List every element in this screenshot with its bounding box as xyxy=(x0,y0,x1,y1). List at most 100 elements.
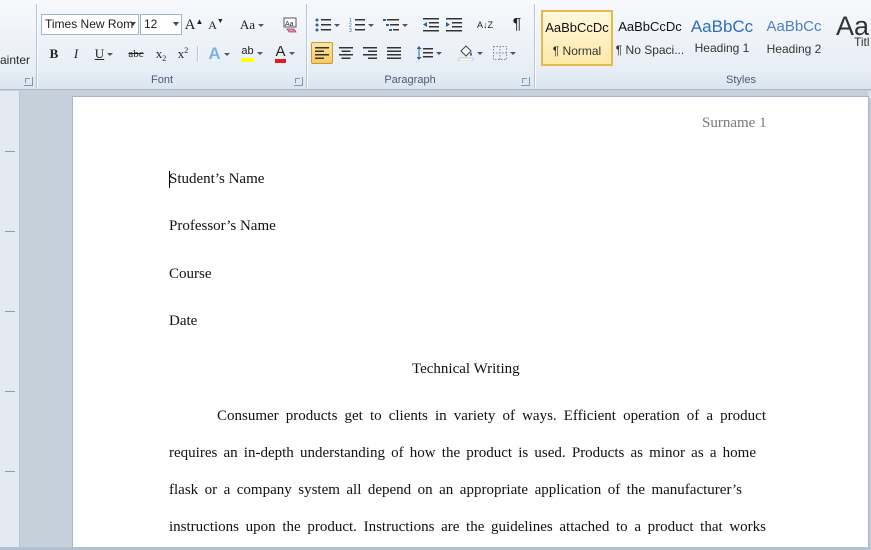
justify-button[interactable] xyxy=(383,42,405,64)
chevron-down-icon xyxy=(258,23,265,27)
align-right-button[interactable] xyxy=(359,42,381,64)
multilevel-list-icon xyxy=(382,19,399,31)
shrink-font-button[interactable]: A ▼ xyxy=(207,14,225,36)
page-header[interactable]: Surname 1 xyxy=(702,115,767,132)
ribbon: ainter Times New Rom 12 A ▲ A ▼ Aa Aa B I … xyxy=(0,0,871,90)
styles-group-label: Styles xyxy=(726,74,756,86)
line-spacing-button[interactable] xyxy=(414,42,444,64)
chevron-down-icon xyxy=(367,23,374,27)
svg-text:3: 3 xyxy=(349,28,352,32)
chevron-down-icon[interactable] xyxy=(130,22,136,26)
subscript-button[interactable]: x2 xyxy=(151,43,171,65)
arrow-down-icon: ▼ xyxy=(216,17,224,25)
style-preview: AaBbCcDc xyxy=(545,20,609,35)
superscript-button[interactable]: x2 xyxy=(173,43,193,65)
ruler-tick xyxy=(5,231,15,232)
date-line[interactable]: Date xyxy=(169,313,197,330)
paragraph-dialog-launcher[interactable] xyxy=(521,77,530,86)
document-title[interactable]: Technical Writing xyxy=(412,361,520,378)
highlight-button[interactable]: ab xyxy=(236,42,268,64)
style-preview: AaBbCcDc xyxy=(618,19,682,34)
decrease-indent-button[interactable] xyxy=(420,14,442,36)
align-center-icon xyxy=(339,47,353,59)
sort-icon: A↓Z xyxy=(476,19,493,30)
borders-button[interactable] xyxy=(489,42,519,64)
align-left-button[interactable] xyxy=(311,42,333,64)
chevron-down-icon xyxy=(476,51,483,55)
increase-indent-icon xyxy=(446,18,462,32)
style-name: Heading 1 xyxy=(694,41,750,55)
increase-indent-button[interactable] xyxy=(443,14,465,36)
align-center-button[interactable] xyxy=(335,42,357,64)
style-normal[interactable]: AaBbCcDc ¶ Normal xyxy=(541,10,613,66)
style-no-spacing[interactable]: AaBbCcDc ¶ No Spaci... xyxy=(614,10,686,66)
body-line[interactable]: flask or a company system all depend on … xyxy=(169,482,742,499)
text-cursor xyxy=(169,171,170,188)
body-line[interactable]: requires an in-depth understanding of ho… xyxy=(169,445,756,462)
chevron-down-icon xyxy=(223,52,230,56)
chevron-down-icon xyxy=(256,51,263,55)
line-spacing-icon xyxy=(416,46,433,60)
style-name: ¶ Normal xyxy=(552,44,602,58)
paint-bucket-icon xyxy=(458,45,473,61)
chevron-down-icon[interactable] xyxy=(173,22,179,26)
font-size-value: 12 xyxy=(144,17,158,31)
decrease-indent-icon xyxy=(423,18,439,32)
numbering-button[interactable]: 1 2 3 xyxy=(346,14,376,36)
font-name-combobox[interactable]: Times New Rom xyxy=(41,14,139,35)
underline-button[interactable]: U xyxy=(89,43,119,65)
clear-formatting-button[interactable]: Aa xyxy=(279,14,301,36)
font-dialog-launcher[interactable] xyxy=(294,77,303,86)
multilevel-list-button[interactable] xyxy=(380,14,410,36)
bold-button[interactable]: B xyxy=(44,43,64,65)
justify-icon xyxy=(387,47,401,59)
course-line[interactable]: Course xyxy=(169,266,212,283)
body-line[interactable]: Consumer products get to clients in vari… xyxy=(217,408,766,425)
vertical-ruler xyxy=(0,91,20,550)
style-heading-2[interactable]: AaBbCc Heading 2 xyxy=(758,10,830,66)
arrow-up-icon: ▲ xyxy=(195,16,204,26)
grow-font-button[interactable]: A ▲ xyxy=(185,14,204,36)
bullets-button[interactable] xyxy=(312,14,342,36)
italic-button[interactable]: I xyxy=(66,43,86,65)
ruler-tick xyxy=(5,311,15,312)
pilcrow-icon: ¶ xyxy=(512,16,522,33)
divider xyxy=(197,46,198,62)
subscript-digit: 2 xyxy=(162,53,167,63)
chevron-down-icon xyxy=(288,51,295,55)
ruler-tick xyxy=(5,391,15,392)
style-title[interactable]: Aa Title xyxy=(830,10,871,66)
student-name-line[interactable]: Student’s Name xyxy=(169,171,264,188)
ruler-tick xyxy=(5,151,15,152)
format-painter-label[interactable]: ainter xyxy=(0,53,30,67)
style-heading-1[interactable]: AaBbCc Heading 1 xyxy=(686,10,758,66)
change-case-button[interactable]: Aa xyxy=(238,14,266,36)
clipboard-dialog-launcher[interactable] xyxy=(24,77,33,86)
align-left-icon xyxy=(315,47,329,59)
sort-button[interactable]: A↓Z xyxy=(474,14,496,36)
strikethrough-button[interactable]: abc xyxy=(124,43,148,65)
shading-button[interactable] xyxy=(455,42,485,64)
chevron-down-icon xyxy=(401,23,408,27)
font-color-button[interactable]: A xyxy=(270,42,300,64)
style-preview: AaBbCc xyxy=(690,17,754,36)
text-effects-button[interactable]: A xyxy=(204,43,234,65)
svg-text:Aa: Aa xyxy=(285,21,294,28)
chevron-down-icon xyxy=(107,52,114,56)
professor-name-line[interactable]: Professor’s Name xyxy=(169,218,276,235)
style-name: Heading 2 xyxy=(766,42,822,56)
ruler-tick xyxy=(5,471,15,472)
body-line[interactable]: instructions upon the product. Instructi… xyxy=(169,519,766,536)
paragraph-group-label: Paragraph xyxy=(384,74,436,86)
style-name: ¶ No Spaci... xyxy=(615,43,685,57)
chevron-down-icon xyxy=(333,23,340,27)
font-size-combobox[interactable]: 12 xyxy=(140,14,182,35)
chevron-down-icon xyxy=(509,51,516,55)
style-preview: AaBbCc xyxy=(766,18,822,35)
clear-formatting-icon: Aa xyxy=(283,17,297,33)
font-group-label: Font xyxy=(150,74,173,86)
bullets-icon xyxy=(315,18,331,32)
show-formatting-button[interactable]: ¶ xyxy=(506,14,528,36)
superscript-digit: 2 xyxy=(184,45,189,55)
numbering-icon: 1 2 3 xyxy=(349,18,365,32)
